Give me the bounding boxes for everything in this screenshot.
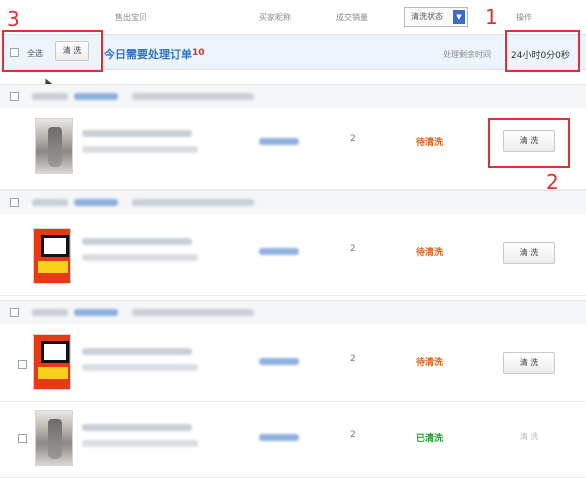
product-thumbnail[interactable] (35, 118, 73, 174)
order-quantity: 2 (350, 244, 356, 254)
wash-status: 待清洗 (416, 358, 444, 368)
product-spec-redacted (82, 364, 198, 371)
product-thumbnail[interactable] (35, 410, 73, 466)
order-id-redacted (74, 309, 118, 316)
buyer-nick-redacted (259, 434, 299, 441)
col-action-title: 操作 (516, 13, 532, 22)
order-time-redacted (132, 309, 254, 316)
order-quantity: 2 (350, 354, 356, 364)
order-id-redacted (74, 199, 118, 206)
col-quantity-title: 成交销量 (336, 13, 368, 22)
product-spec-redacted (82, 254, 198, 261)
table-header: 售出宝贝 买家昵称 成交销量 清洗状态 ▼ 操作 (0, 0, 586, 34)
product-title-redacted (82, 424, 192, 431)
product-title-redacted (82, 348, 192, 355)
order-group-header (0, 84, 586, 108)
wash-button[interactable]: 清 洗 (503, 352, 555, 374)
product-thumbnail[interactable] (33, 334, 71, 390)
item-checkbox[interactable] (18, 360, 27, 369)
chevron-down-icon: ▼ (453, 10, 465, 24)
annotation-number-3: 3 (7, 7, 20, 31)
order-group-header (0, 190, 586, 214)
buyer-nick-redacted (259, 358, 299, 365)
group-checkbox[interactable] (10, 92, 19, 101)
product-spec-redacted (82, 440, 198, 447)
status-filter-value: 清洗状态 (411, 12, 443, 21)
product-title-redacted (82, 130, 192, 137)
annotation-box-2 (488, 118, 570, 168)
order-quantity: 2 (350, 430, 356, 440)
wash-button[interactable]: 清 洗 (503, 242, 555, 264)
order-number-redacted (32, 309, 68, 316)
order-quantity: 2 (350, 134, 356, 144)
order-item-row: 2 已清洗 清 洗 (0, 402, 586, 478)
wash-status: 待清洗 (416, 248, 444, 258)
status-filter-select[interactable]: 清洗状态 ▼ (404, 7, 468, 27)
order-group-header (0, 300, 586, 324)
order-time-redacted (132, 199, 254, 206)
today-orders-title: 今日需要处理订单 (104, 48, 192, 61)
col-buyer-title: 买家昵称 (259, 13, 291, 22)
item-checkbox[interactable] (18, 434, 27, 443)
wash-button-disabled: 清 洗 (503, 426, 555, 448)
annotation-box-3 (2, 30, 103, 72)
order-number-redacted (32, 93, 68, 100)
group-checkbox[interactable] (10, 308, 19, 317)
wash-status: 已清洗 (416, 434, 444, 444)
order-item-row: 2 待清洗 清 洗 (0, 214, 586, 296)
order-id-redacted (74, 93, 118, 100)
product-title-redacted (82, 238, 192, 245)
today-orders-count: 10 (192, 48, 205, 58)
annotation-number-1: 1 (485, 5, 498, 29)
remaining-time-label: 处理剩余时间 (443, 50, 491, 59)
col-item-title: 售出宝贝 (115, 13, 147, 22)
order-item-row: 2 待清洗 清 洗 (0, 324, 586, 402)
wash-status: 待清洗 (416, 138, 444, 148)
product-spec-redacted (82, 146, 198, 153)
annotation-box-1 (505, 30, 580, 72)
product-thumbnail[interactable] (33, 228, 71, 284)
group-checkbox[interactable] (10, 198, 19, 207)
annotation-number-2: 2 (546, 170, 559, 194)
buyer-nick-redacted (259, 248, 299, 255)
buyer-nick-redacted (259, 138, 299, 145)
order-time-redacted (132, 93, 254, 100)
order-number-redacted (32, 199, 68, 206)
